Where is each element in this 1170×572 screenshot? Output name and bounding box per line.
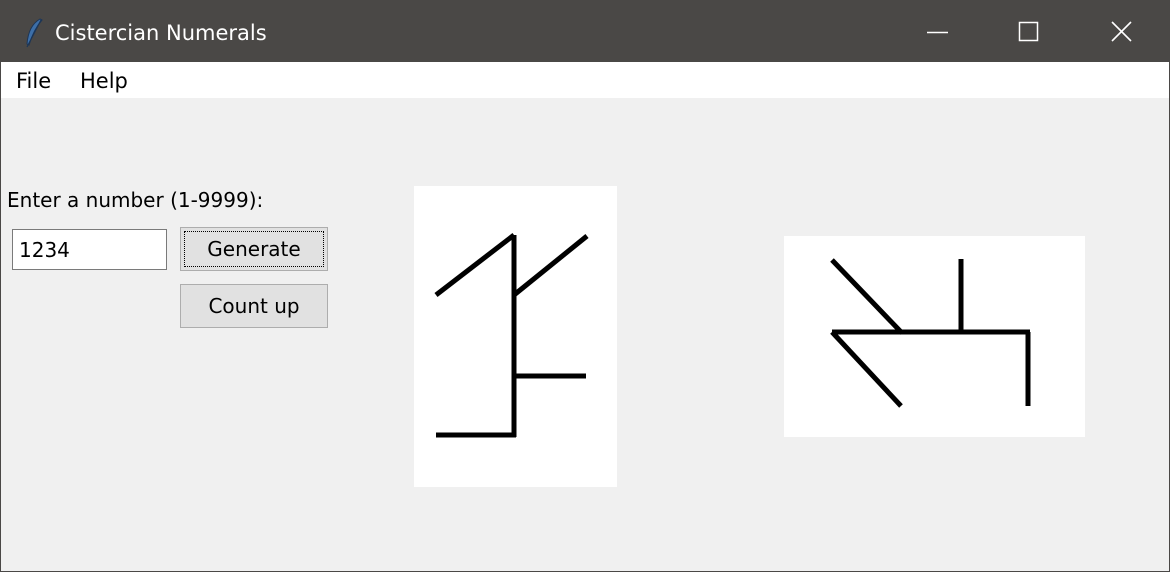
number-prompt-label: Enter a number (1-9999):: [7, 188, 264, 212]
close-button[interactable]: [1075, 1, 1169, 62]
maximize-icon: [1018, 21, 1039, 42]
minimize-icon: [927, 31, 948, 34]
units-stroke: [512, 234, 589, 297]
thousands-stroke: [830, 258, 904, 335]
horizontal-numeral-glyph: [830, 258, 1031, 408]
menu-bar: File Help: [1, 62, 1169, 98]
number-input[interactable]: [12, 229, 167, 270]
generate-button[interactable]: Generate: [180, 227, 328, 271]
window-title: Cistercian Numerals: [55, 21, 267, 45]
hundreds-stroke: [830, 330, 903, 408]
menu-help[interactable]: Help: [80, 68, 128, 94]
maximize-button[interactable]: [983, 1, 1075, 62]
horizontal-numeral-canvas: [784, 236, 1085, 437]
close-icon: [1111, 21, 1132, 42]
app-window: Cistercian Numerals File Help Enter a nu…: [0, 0, 1170, 572]
feather-icon: [23, 17, 45, 49]
minimize-button[interactable]: [891, 1, 983, 62]
vertical-numeral-glyph: [434, 233, 589, 438]
count-up-button[interactable]: Count up: [180, 284, 328, 328]
vertical-numeral-canvas: [414, 186, 617, 487]
title-bar[interactable]: Cistercian Numerals: [1, 1, 1169, 62]
menu-file[interactable]: File: [16, 68, 51, 94]
tens-stroke: [434, 233, 516, 297]
